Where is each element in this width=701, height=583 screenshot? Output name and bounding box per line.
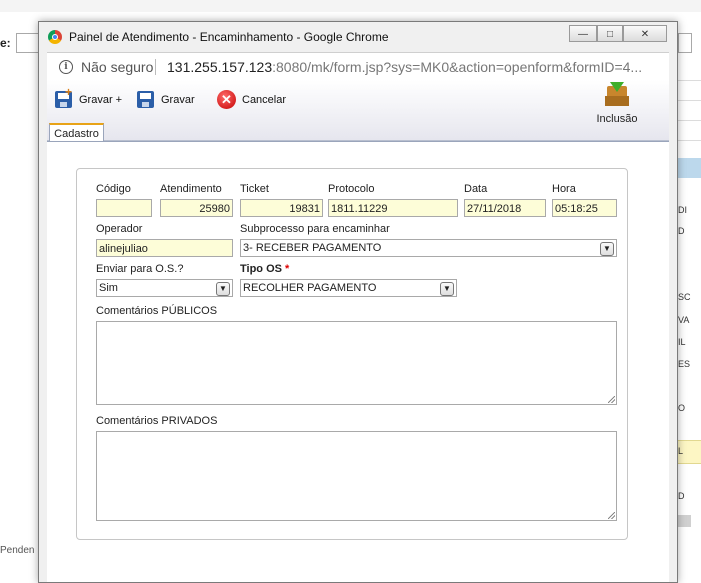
ticket-field[interactable]: 19831 bbox=[240, 199, 323, 217]
background-grid-cell: IL bbox=[678, 337, 686, 347]
hora-label: Hora bbox=[552, 183, 576, 195]
background-input[interactable] bbox=[16, 33, 40, 53]
form-panel: Código Atendimento 25980 Ticket 19831 Pr… bbox=[76, 168, 628, 540]
background-status-text: Penden bbox=[0, 545, 35, 556]
atendimento-label: Atendimento bbox=[160, 183, 222, 195]
data-label: Data bbox=[464, 183, 488, 195]
codigo-field[interactable] bbox=[96, 199, 152, 217]
background-scrollbar[interactable] bbox=[676, 515, 691, 527]
chevron-down-icon: ▼ bbox=[600, 242, 614, 256]
background-grid-cell: SC bbox=[678, 292, 691, 302]
minimize-button[interactable]: — bbox=[569, 25, 597, 42]
info-icon[interactable]: i bbox=[59, 60, 73, 74]
tipo-os-select[interactable]: RECOLHER PAGAMENTO ▼ bbox=[240, 279, 457, 297]
comentarios-privados-textarea[interactable] bbox=[96, 431, 617, 521]
required-marker: * bbox=[285, 263, 290, 275]
data-field[interactable]: 27/11/2018 bbox=[464, 199, 546, 217]
subprocesso-label: Subprocesso para encaminhar bbox=[240, 223, 390, 235]
ticket-label: Ticket bbox=[240, 183, 269, 195]
tab-cadastro[interactable]: Cadastro bbox=[49, 123, 104, 142]
arrow-down-icon bbox=[610, 82, 624, 92]
subprocesso-select[interactable]: 3- RECEBER PAGAMENTO ▼ bbox=[240, 239, 617, 257]
background-grid-cell: L bbox=[678, 446, 684, 456]
tipo-os-value: RECOLHER PAGAMENTO bbox=[243, 282, 377, 294]
enviar-os-select[interactable]: Sim ▼ bbox=[96, 279, 233, 297]
enviar-os-label: Enviar para O.S.? bbox=[96, 263, 184, 275]
tipo-os-label: Tipo OS * bbox=[240, 263, 289, 275]
gravar-button[interactable]: Gravar bbox=[137, 91, 203, 111]
chevron-down-icon: ▼ bbox=[216, 282, 230, 296]
background-field-label: e: bbox=[0, 36, 11, 50]
background-grid-cell: DI bbox=[678, 205, 687, 215]
cancelar-button[interactable]: ✕ Cancelar bbox=[217, 90, 297, 111]
address-separator bbox=[155, 59, 156, 75]
inclusao-label: Inclusão bbox=[596, 113, 638, 125]
background-grid-header bbox=[676, 158, 701, 178]
comentarios-publicos-textarea[interactable] bbox=[96, 321, 617, 405]
protocolo-label: Protocolo bbox=[328, 183, 375, 195]
protocolo-field[interactable]: 1811.11229 bbox=[328, 199, 458, 217]
security-status[interactable]: Não seguro bbox=[81, 59, 153, 75]
background-grid-cell: O bbox=[678, 403, 686, 413]
operador-label: Operador bbox=[96, 223, 143, 235]
hora-field[interactable]: 05:18:25 bbox=[552, 199, 617, 217]
chrome-icon bbox=[48, 30, 62, 44]
enviar-os-value: Sim bbox=[99, 282, 118, 294]
gravar-label: Gravar bbox=[161, 94, 195, 106]
url-text[interactable]: 131.255.157.123:8080/mk/form.jsp?sys=MK0… bbox=[167, 59, 642, 75]
inclusao-button[interactable]: Inclusão bbox=[595, 82, 639, 128]
codigo-label: Código bbox=[96, 183, 131, 195]
url-host: 131.255.157.123 bbox=[167, 59, 273, 75]
background-grid-cell: ES bbox=[678, 359, 691, 369]
maximize-button[interactable]: □ bbox=[597, 25, 623, 42]
comentarios-privados-label: Comentários PRIVADOS bbox=[96, 415, 218, 427]
save-icon bbox=[137, 91, 154, 108]
background-grid-cell: D bbox=[678, 226, 685, 236]
cancel-icon: ✕ bbox=[217, 90, 236, 109]
operador-field[interactable]: alinejuliao bbox=[96, 239, 233, 257]
popup-window: Painel de Atendimento - Encaminhamento -… bbox=[38, 21, 678, 583]
window-title: Painel de Atendimento - Encaminhamento -… bbox=[69, 30, 389, 44]
form-content: + Gravar + Gravar ✕ Cancelar Inclusão Ca… bbox=[47, 80, 669, 582]
chevron-down-icon: ▼ bbox=[440, 282, 454, 296]
subprocesso-value: 3- RECEBER PAGAMENTO bbox=[243, 242, 382, 254]
tipo-os-label-text: Tipo OS bbox=[240, 263, 282, 275]
background-input-right[interactable] bbox=[678, 33, 692, 53]
background-grid-cell: VA bbox=[678, 315, 690, 325]
form-toolbar: + Gravar + Gravar ✕ Cancelar Inclusão Ca… bbox=[47, 80, 669, 142]
cancelar-label: Cancelar bbox=[242, 94, 287, 106]
background-grid-cell: D bbox=[678, 491, 685, 501]
address-bar[interactable]: i Não seguro 131.255.157.123:8080/mk/for… bbox=[47, 52, 669, 82]
gravar-mais-label: Gravar + bbox=[79, 94, 123, 106]
url-path: :8080/mk/form.jsp?sys=MK0&action=openfor… bbox=[272, 59, 643, 75]
comentarios-publicos-label: Comentários PÚBLICOS bbox=[96, 305, 218, 317]
window-titlebar[interactable]: Painel de Atendimento - Encaminhamento -… bbox=[39, 22, 677, 52]
close-button[interactable]: ✕ bbox=[623, 25, 667, 42]
tab-divider bbox=[47, 141, 669, 142]
atendimento-field[interactable]: 25980 bbox=[160, 199, 233, 217]
plus-icon: + bbox=[65, 85, 73, 99]
gravar-mais-button[interactable]: + Gravar + bbox=[55, 85, 127, 111]
